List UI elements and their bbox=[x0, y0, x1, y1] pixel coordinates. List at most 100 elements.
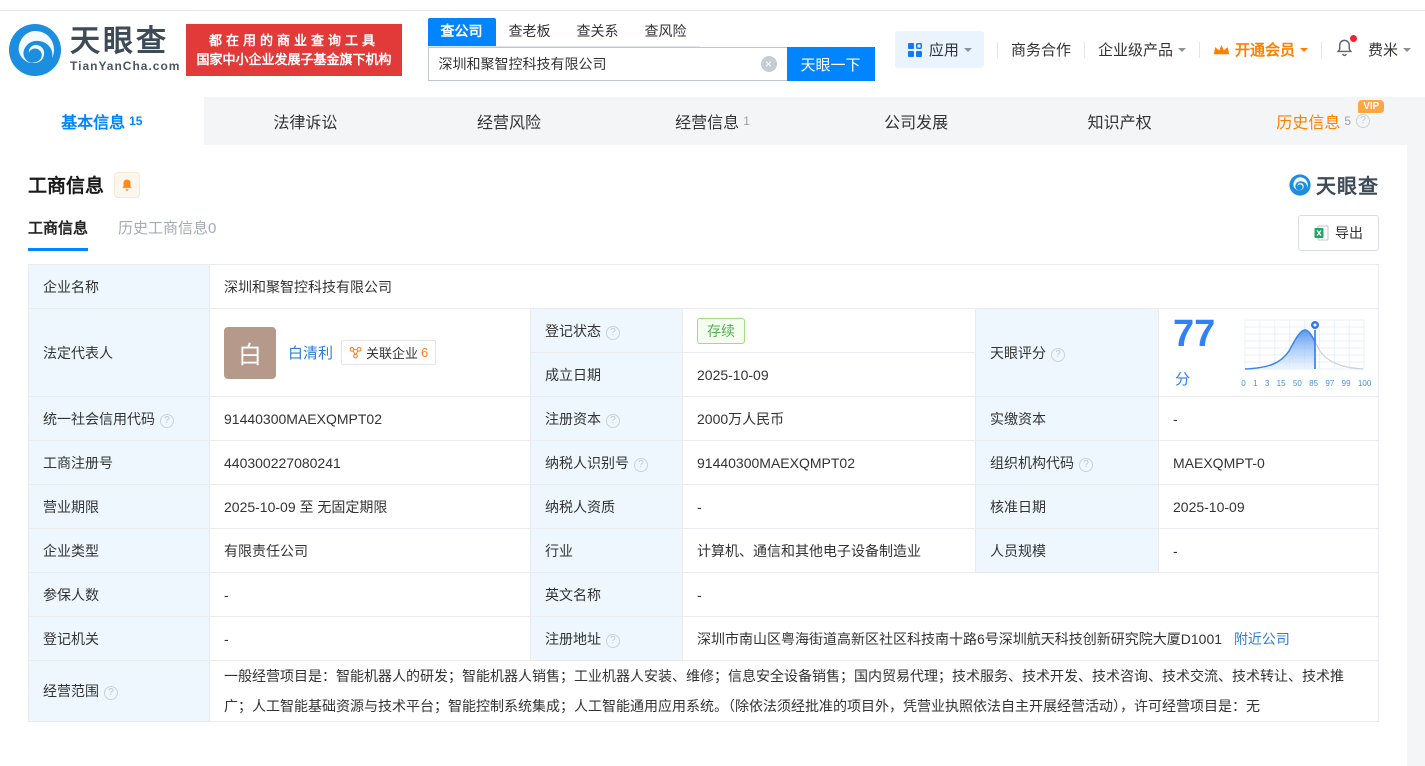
field-label: 注册地址 bbox=[530, 616, 683, 661]
registration-subtabs: 工商信息 历史工商信息0 bbox=[28, 217, 246, 251]
table-row: 统一社会信用代码 91440300MAEXQMPT02 注册资本 2000万人民… bbox=[28, 396, 1379, 441]
business-scope-value: 一般经营项目是：智能机器人的研发；智能机器人销售；工业机器人安装、维修；信息安全… bbox=[209, 660, 1379, 722]
chevron-down-icon bbox=[1403, 47, 1411, 56]
field-label: 行业 bbox=[530, 528, 683, 573]
clear-search-icon[interactable] bbox=[760, 56, 777, 72]
search-type-tabs: 查公司 查老板 查关系 查风险 bbox=[427, 18, 700, 47]
tianyancha-logo[interactable]: 天眼查 TianYanCha.com bbox=[8, 23, 180, 77]
field-label: 成立日期 bbox=[530, 352, 683, 397]
registration-subtab-1[interactable]: 历史工商信息0 bbox=[118, 217, 216, 251]
field-label: 企业名称 bbox=[28, 264, 210, 309]
header-nav: 应用 商务合作 企业级产品 开通会员 费米 bbox=[894, 31, 1411, 68]
profile-tab-4[interactable]: 公司发展 bbox=[814, 97, 1018, 145]
help-icon[interactable] bbox=[606, 413, 620, 428]
notifications-bell-button[interactable] bbox=[1335, 35, 1357, 61]
search-tab-1[interactable]: 查老板 bbox=[496, 18, 564, 46]
tab-label: 经营信息 bbox=[675, 115, 740, 132]
table-row: 工商注册号 440300227080241 纳税人识别号 91440300MAE… bbox=[28, 440, 1379, 485]
search-tab-2[interactable]: 查关系 bbox=[564, 18, 632, 46]
apps-label: 应用 bbox=[928, 42, 959, 59]
search-button[interactable]: 天眼一下 bbox=[786, 47, 875, 81]
search-tab-3[interactable]: 查风险 bbox=[632, 18, 700, 46]
excel-icon bbox=[1314, 225, 1329, 241]
help-icon[interactable] bbox=[606, 633, 620, 648]
tab-label: 法律诉讼 bbox=[273, 115, 338, 132]
search-tab-0[interactable]: 查公司 bbox=[427, 18, 496, 46]
help-icon[interactable] bbox=[606, 325, 620, 340]
tab-label: 公司发展 bbox=[884, 115, 949, 132]
field-label: 登记机关 bbox=[28, 616, 210, 661]
table-row: 登记机关 - 注册地址 深圳市南山区粤海街道高新区社区科技南十路6号深圳航天科技… bbox=[28, 616, 1379, 661]
open-membership-button[interactable]: 开通会员 bbox=[1213, 39, 1308, 60]
field-label: 营业期限 bbox=[28, 484, 210, 529]
network-icon bbox=[349, 346, 362, 359]
taxpayer-id-value: 91440300MAEXQMPT02 bbox=[682, 440, 976, 485]
axis-tick: 1 bbox=[1253, 378, 1258, 388]
english-name-value: - bbox=[682, 572, 1379, 617]
tab-label: 经营风险 bbox=[476, 115, 541, 132]
tab-count: 1 bbox=[743, 114, 750, 128]
profile-tab-5[interactable]: 知识产权 bbox=[1018, 97, 1222, 145]
legal-rep-link[interactable]: 白清利 bbox=[288, 342, 333, 363]
industry-value: 计算机、通信和其他电子设备制造业 bbox=[682, 528, 976, 573]
search-box: 查公司查老板查关系查风险 天眼一下 bbox=[427, 18, 875, 81]
registered-capital-value: 2000万人民币 bbox=[682, 396, 976, 441]
legal-rep-avatar[interactable]: 白 bbox=[224, 326, 276, 379]
search-input[interactable] bbox=[427, 47, 787, 81]
help-icon[interactable] bbox=[1356, 114, 1371, 128]
tab-count: 5 bbox=[1344, 114, 1352, 128]
profile-tab-2[interactable]: 经营风险 bbox=[407, 97, 611, 145]
business-info-table: 企业名称 深圳和聚智控科技有限公司 法定代表人 白 白清利 关联企业 6 登记状… bbox=[28, 264, 1379, 722]
axis-tick: 85 bbox=[1309, 378, 1319, 388]
business-term-value: 2025-10-09 至 无固定期限 bbox=[209, 484, 531, 529]
field-label: 核准日期 bbox=[975, 484, 1159, 529]
user-menu[interactable]: 费米 bbox=[1368, 39, 1411, 60]
axis-tick: 100 bbox=[1357, 378, 1372, 388]
top-divider bbox=[0, 0, 1425, 11]
nav-cooperation[interactable]: 商务合作 bbox=[1011, 39, 1071, 60]
registration-subtab-0[interactable]: 工商信息 bbox=[28, 217, 89, 251]
subscribe-bell-button[interactable] bbox=[114, 171, 141, 198]
field-label: 组织机构代码 bbox=[975, 440, 1159, 485]
field-label: 经营范围 bbox=[28, 660, 210, 722]
profile-tab-6[interactable]: 历史信息5 VIP bbox=[1221, 97, 1425, 145]
tianyan-score[interactable]: 77分 0 1 3 15 50 85 97 99 100 bbox=[1173, 315, 1371, 391]
help-icon[interactable] bbox=[1051, 347, 1065, 362]
profile-tab-0[interactable]: 基本信息 15 bbox=[0, 97, 204, 145]
nearby-companies-link[interactable]: 附近公司 bbox=[1234, 631, 1290, 647]
help-icon[interactable] bbox=[104, 686, 118, 700]
related-companies-badge[interactable]: 关联企业 6 bbox=[341, 340, 437, 365]
profile-tab-3[interactable]: 经营信息 1 bbox=[611, 97, 815, 145]
field-label: 统一社会信用代码 bbox=[28, 396, 210, 441]
tab-label: 知识产权 bbox=[1087, 115, 1152, 132]
org-code-value: MAEXQMPT-0 bbox=[1158, 440, 1379, 485]
profile-tab-1[interactable]: 法律诉讼 bbox=[204, 97, 408, 145]
nav-enterprise-products[interactable]: 企业级产品 bbox=[1098, 39, 1186, 60]
grid-icon bbox=[907, 42, 922, 57]
export-button[interactable]: 导出 bbox=[1298, 215, 1379, 251]
watermark-logo: 天眼查 bbox=[1289, 170, 1379, 199]
table-row: 企业类型 有限责任公司 行业 计算机、通信和其他电子设备制造业 人员规模 - bbox=[28, 528, 1379, 573]
tab-label: 历史信息 bbox=[1276, 115, 1341, 132]
field-label: 法定代表人 bbox=[28, 308, 210, 397]
establish-date-value: 2025-10-09 bbox=[682, 352, 976, 397]
axis-tick: 99 bbox=[1341, 378, 1351, 388]
username: 费米 bbox=[1367, 42, 1398, 59]
field-label: 英文名称 bbox=[530, 572, 683, 617]
help-icon[interactable] bbox=[1079, 457, 1093, 472]
chevron-down-icon bbox=[963, 47, 972, 56]
apps-menu-button[interactable]: 应用 bbox=[894, 31, 984, 68]
paidin-capital-value: - bbox=[1158, 396, 1379, 441]
notification-dot bbox=[1349, 35, 1357, 42]
field-label: 实缴资本 bbox=[975, 396, 1159, 441]
vip-badge: VIP bbox=[1358, 100, 1385, 113]
score-curve-chart: 0 1 3 15 50 85 97 99 100 bbox=[1241, 318, 1371, 388]
help-icon[interactable] bbox=[160, 413, 174, 428]
axis-tick: 15 bbox=[1276, 378, 1286, 388]
axis-tick: 50 bbox=[1292, 378, 1302, 388]
field-label: 人员规模 bbox=[975, 528, 1159, 573]
field-label: 纳税人识别号 bbox=[530, 440, 683, 485]
crown-icon bbox=[1213, 44, 1230, 54]
help-icon[interactable] bbox=[634, 457, 648, 472]
field-label: 天眼评分 bbox=[975, 308, 1159, 397]
